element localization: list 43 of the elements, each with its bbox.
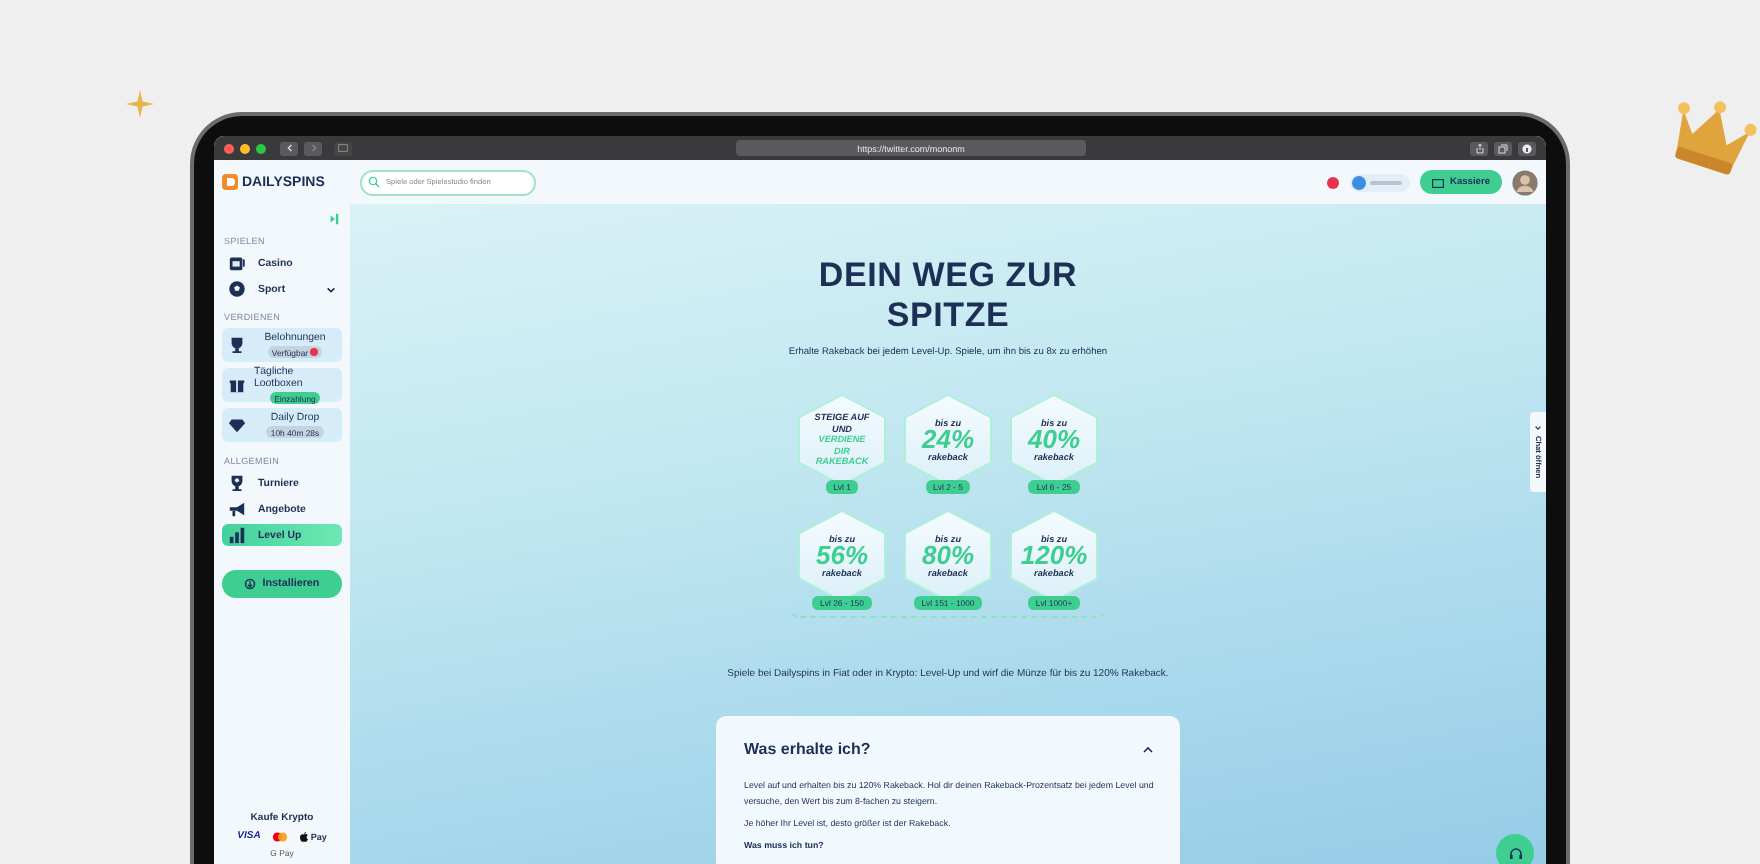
support-chat-button[interactable] [1496, 834, 1534, 864]
rakeback-percent: 40% [1027, 428, 1081, 452]
trophy-icon [228, 336, 246, 354]
back-button[interactable] [280, 141, 298, 155]
page-title: DEIN WEG ZUR SPITZE [816, 256, 1080, 336]
slot-machine-icon [228, 254, 246, 272]
chevron-up-icon[interactable] [1142, 745, 1154, 753]
tabs-icon [1498, 143, 1508, 153]
sidebar-icon [338, 144, 348, 152]
wallet-icon [1431, 177, 1444, 187]
rakeback-percent: 120% [1020, 544, 1088, 568]
maximize-window-icon[interactable] [256, 143, 266, 153]
rakeback-percent: 80% [921, 544, 975, 568]
forward-button[interactable] [304, 141, 322, 155]
gift-box-icon [228, 376, 246, 394]
card-logo-icon [272, 831, 289, 841]
logo-icon [222, 174, 238, 190]
info-icon [1522, 143, 1532, 153]
tabs-button[interactable] [1494, 141, 1512, 155]
chevron-left-icon [285, 144, 293, 152]
alert-dot-icon [310, 348, 319, 356]
close-window-icon[interactable] [224, 143, 234, 153]
headset-icon [1507, 845, 1523, 861]
rakeback-percent: 56% [815, 544, 869, 568]
minimize-window-icon[interactable] [240, 143, 250, 153]
avatar-icon[interactable] [1512, 169, 1538, 195]
sparkle-icon [126, 90, 154, 118]
diamond-icon [228, 416, 246, 434]
bar-chart-icon [228, 526, 246, 544]
soccer-ball-icon [228, 280, 246, 298]
notification-icon[interactable] [1325, 175, 1340, 189]
share-button[interactable] [1470, 141, 1488, 155]
chevron-right-icon [309, 144, 317, 152]
faq-title: Was erhalte ich? [744, 740, 871, 758]
apple-icon [300, 831, 309, 841]
balance-coin-icon[interactable] [1349, 173, 1410, 191]
sidebar-toggle-button[interactable] [334, 141, 352, 155]
rakeback-percent: 24% [921, 428, 975, 452]
info-button[interactable] [1518, 141, 1536, 155]
share-icon [1475, 143, 1483, 153]
megaphone-icon [228, 500, 246, 518]
trophy-icon [228, 474, 246, 492]
download-icon [244, 578, 257, 590]
